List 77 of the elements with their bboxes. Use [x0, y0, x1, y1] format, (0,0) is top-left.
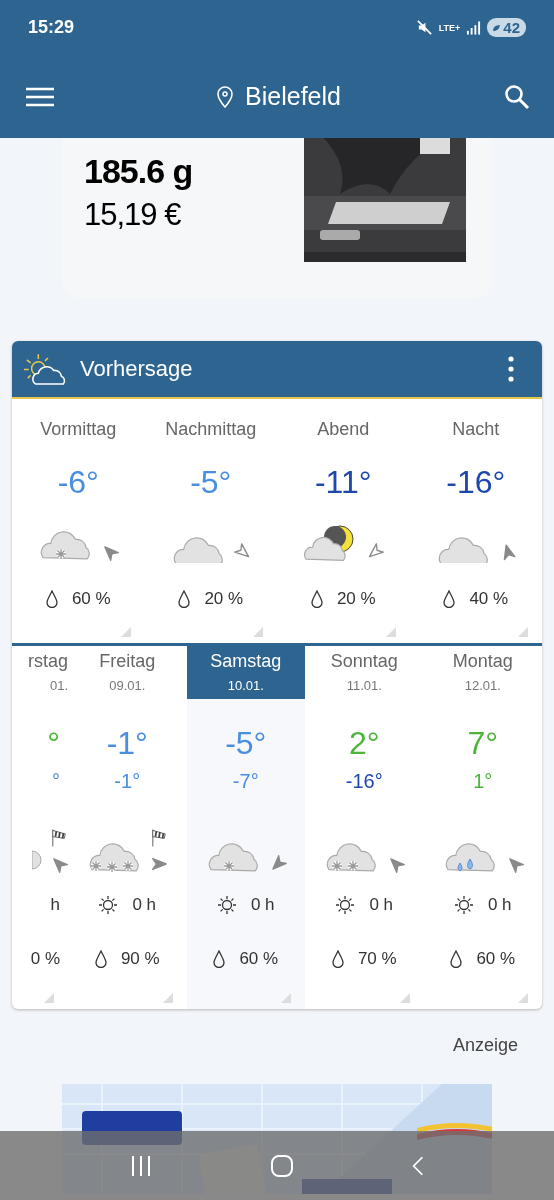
- sunshine-hours: 0 h: [132, 895, 157, 915]
- status-time: 15:29: [28, 17, 75, 38]
- rain-chance: 40 %: [469, 589, 509, 609]
- low-temperature: -1°: [114, 770, 141, 793]
- high-temperature: -5°: [225, 725, 267, 762]
- raindrop-icon: [331, 950, 344, 968]
- high-temperature: 7°: [467, 725, 499, 762]
- day-tab[interactable]: Freitag 09.01.: [68, 646, 187, 699]
- more-options-button[interactable]: [508, 356, 514, 382]
- expand-corner-icon[interactable]: [120, 627, 131, 637]
- rain-chance: 60 %: [71, 589, 111, 609]
- day-tab[interactable]: Sonntag 11.01.: [305, 646, 424, 699]
- raindrop-icon: [213, 950, 226, 968]
- low-temperature: 1°: [473, 770, 493, 793]
- ad-label: Anzeige: [452, 1035, 518, 1056]
- mute-icon: [415, 19, 433, 36]
- temperature: -11°: [314, 464, 372, 501]
- rain-chance: 60 %: [239, 949, 279, 969]
- back-button[interactable]: [411, 1154, 426, 1177]
- raindrop-icon: [310, 590, 323, 608]
- expand-corner-icon[interactable]: [518, 993, 528, 1003]
- period-label: Vormittag: [40, 419, 117, 440]
- rain-chance: 20 %: [204, 589, 244, 609]
- sunshine-hours: 0 h: [250, 895, 275, 915]
- high-temperature: °: [47, 725, 61, 762]
- expand-corner-icon[interactable]: [281, 993, 291, 1003]
- menu-button[interactable]: [26, 86, 54, 107]
- day-tab[interactable]: rstag 01.: [12, 646, 68, 699]
- period-label: Nacht: [452, 419, 500, 440]
- location-pin-icon: [217, 85, 234, 108]
- sunshine-hours: 0 h: [369, 895, 394, 915]
- home-button[interactable]: [270, 1153, 294, 1178]
- card-title: Vorhersage: [80, 356, 194, 382]
- low-temperature: -16°: [345, 770, 383, 793]
- raindrop-icon: [450, 950, 463, 968]
- period-label: Abend: [317, 419, 370, 440]
- sunshine-hours: 0 h: [487, 895, 512, 915]
- battery-indicator: 42: [487, 18, 526, 37]
- expand-corner-icon[interactable]: [385, 627, 396, 637]
- rain-chance: 0 %: [30, 949, 60, 969]
- signal-icon: [466, 20, 482, 35]
- expand-corner-icon[interactable]: [162, 993, 173, 1003]
- sunshine-hours: h: [50, 895, 60, 915]
- windsock-icon: [151, 828, 168, 847]
- temperature: -6°: [57, 464, 99, 501]
- expand-corner-icon[interactable]: [253, 627, 263, 637]
- search-button[interactable]: [504, 83, 530, 110]
- raindrop-icon: [94, 950, 107, 968]
- raindrop-icon: [45, 590, 58, 608]
- product-name: 185.6 g: [84, 152, 193, 191]
- high-temperature: 2°: [348, 725, 380, 762]
- sun-icon: [335, 895, 356, 915]
- rain-chance: 70 %: [357, 949, 397, 969]
- period-label: Nachmittag: [165, 419, 257, 440]
- rain-chance: 60 %: [476, 949, 516, 969]
- high-temperature: -1°: [106, 725, 148, 762]
- expand-corner-icon[interactable]: [399, 993, 410, 1003]
- low-temperature: °: [52, 770, 61, 793]
- product-card[interactable]: 185.6 g 15,19 €: [62, 138, 492, 298]
- windsock-icon: [51, 828, 67, 847]
- rain-chance: 20 %: [336, 589, 376, 609]
- low-temperature: -7°: [232, 770, 259, 793]
- expand-corner-icon[interactable]: [44, 993, 54, 1003]
- rain-chance: 90 %: [120, 949, 160, 969]
- temperature: -5°: [190, 464, 232, 501]
- raindrop-icon: [178, 590, 191, 608]
- temperature: -16°: [446, 464, 506, 501]
- expand-corner-icon[interactable]: [518, 627, 528, 637]
- sun-icon: [98, 895, 119, 915]
- network-type: LTE+: [438, 22, 461, 33]
- location-title[interactable]: Bielefeld: [245, 82, 341, 111]
- product-price: 15,19 €: [84, 197, 182, 233]
- day-tab[interactable]: Samstag 10.01.: [186, 646, 305, 699]
- day-tab[interactable]: Montag 12.01.: [423, 646, 542, 699]
- sun-icon: [453, 895, 474, 915]
- raindrop-icon: [443, 590, 456, 608]
- sun-icon: [216, 895, 237, 915]
